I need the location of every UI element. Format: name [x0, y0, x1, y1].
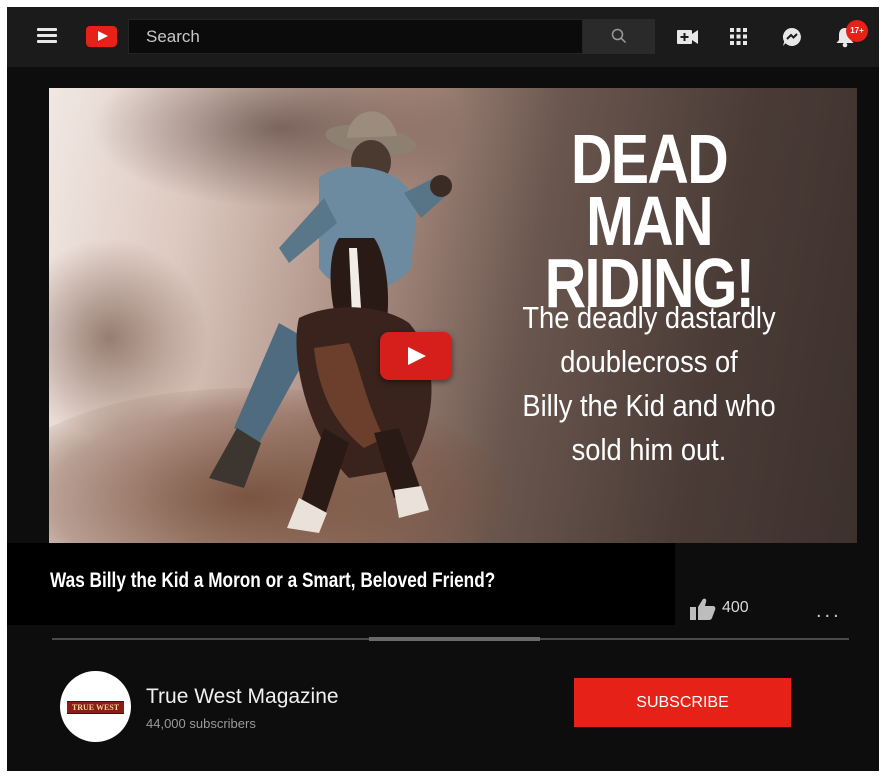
search-input[interactable]: Search — [128, 19, 583, 54]
play-button[interactable] — [380, 332, 452, 380]
true-west-logo: TRUE WEST — [67, 701, 124, 714]
search-icon — [611, 28, 627, 44]
headline-line: DEAD MAN — [570, 120, 729, 260]
video-headline: DEAD MAN RIDING! — [518, 120, 780, 318]
subhead-line: Billy the Kid and who — [522, 388, 776, 423]
video-player[interactable]: DEAD MAN RIDING! The deadly dastardly do… — [49, 88, 857, 543]
apps-grid-icon[interactable] — [730, 28, 747, 45]
video-title[interactable]: Was Billy the Kid a Moron or a Smart, Be… — [50, 569, 495, 593]
like-count: 400 — [722, 599, 749, 616]
cowboy-horse-image — [209, 111, 452, 533]
messages-icon[interactable] — [782, 27, 802, 47]
channel-avatar[interactable]: TRUE WEST — [60, 671, 131, 742]
thumbs-up-icon[interactable] — [690, 598, 716, 620]
top-bar: Search 17+ — [7, 7, 879, 67]
subhead-line: sold him out. — [571, 432, 727, 467]
notification-badge: 17+ — [846, 20, 868, 42]
subhead-line: The deadly dastardly — [522, 300, 776, 335]
menu-icon[interactable] — [37, 28, 57, 44]
youtube-logo[interactable] — [86, 26, 117, 47]
more-options-icon[interactable]: ... — [816, 600, 842, 623]
channel-name[interactable]: True West Magazine — [146, 685, 339, 709]
subhead-line: doublecross of — [560, 344, 738, 379]
create-video-icon[interactable] — [677, 29, 699, 45]
app-frame: Search 17+ DEAD MAN RIDING! The deadly d… — [7, 7, 879, 771]
subscriber-count: 44,000 subscribers — [146, 716, 256, 731]
search-button[interactable] — [583, 19, 655, 54]
divider-highlight — [369, 637, 540, 641]
video-subhead: The deadly dastardly doublecross of Bill… — [508, 296, 790, 472]
subscribe-button[interactable]: SUBSCRIBE — [574, 678, 791, 727]
